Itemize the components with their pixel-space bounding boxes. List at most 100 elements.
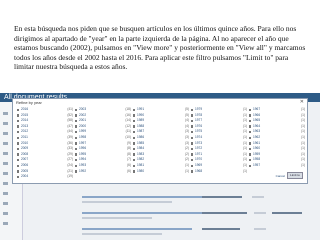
year-checkbox[interactable] [75,136,78,139]
year-checkbox[interactable] [17,175,20,179]
year-checkbox[interactable] [191,147,194,151]
result-title-line[interactable] [82,212,212,214]
year-checkbox[interactable] [133,164,136,167]
sidebar-marker [3,172,8,175]
year-count: (6) [127,168,131,173]
dialog-title: Refine by year [16,100,42,105]
limit-to-button[interactable]: Limit to [287,172,303,179]
year-checkbox[interactable] [191,158,194,162]
sidebar-marker [3,202,8,205]
year-checkbox[interactable] [191,142,194,145]
year-checkbox[interactable] [75,130,78,134]
year-checkbox[interactable] [75,108,78,111]
result-source-line [202,196,242,198]
year-label: 1980 [137,168,145,173]
year-checkbox[interactable] [249,158,252,162]
year-checkbox[interactable] [17,130,20,134]
year-checkbox[interactable] [249,153,252,156]
sidebar-marker [3,192,8,195]
year-checkbox[interactable] [75,158,78,162]
year-checkbox[interactable] [191,164,194,167]
year-column: 1967 (1) 1966 (1) 1965 (1) 1964 (1) 1963 (1) 1962(… [249,107,305,169]
year-checkbox[interactable] [133,130,136,134]
year-checkbox[interactable] [249,142,252,145]
year-checkbox[interactable] [191,119,194,123]
year-checkbox[interactable] [133,170,136,173]
year-count: (1) [185,168,189,173]
year-checkbox[interactable] [17,147,20,151]
result-source-line [202,228,240,230]
year-checkbox[interactable] [133,125,136,128]
year-checkbox[interactable] [17,153,20,156]
year-checkbox[interactable] [17,170,20,173]
sidebar-marker [3,142,8,145]
year-checkbox[interactable] [75,142,78,145]
year-checkbox[interactable] [249,164,252,167]
sidebar-marker [3,152,8,155]
year-checkbox[interactable] [133,114,136,117]
year-checkbox[interactable] [191,125,194,128]
year-checkbox[interactable] [17,125,20,128]
year-checkbox[interactable] [249,130,252,134]
result-journal-line [272,212,302,214]
year-checkbox[interactable] [17,114,20,117]
year-checkbox[interactable] [75,147,78,151]
year-checkbox[interactable] [249,119,252,123]
year-checkbox[interactable] [191,130,194,134]
scopus-screenshot: All document results Refine by year ✕ 20… [0,93,320,240]
result-title-line[interactable] [82,228,192,230]
result-year-line [252,196,264,198]
year-checkbox[interactable] [191,108,194,111]
year-checkbox[interactable] [17,142,20,145]
year-checkbox[interactable] [133,108,136,111]
result-title-line[interactable] [82,196,202,198]
year-checkbox[interactable] [249,147,252,151]
year-checkbox[interactable] [249,136,252,139]
year-option[interactable]: 1968 (1) [191,169,247,175]
year-column: 2016 (41) 2015 (52) 2014 (58) 2013 (47) 2012 (44)… [17,107,73,180]
result-source-line [202,212,247,214]
year-count: (1) [243,168,247,173]
year-checkbox[interactable] [133,142,136,145]
year-count: (1) [301,162,305,167]
sidebar-marker [3,132,8,135]
year-checkbox[interactable] [249,125,252,128]
result-meta-line [82,233,162,235]
year-column: 1991 (5) 1990 (5) 1989 (4) 1988 (4) 1987 (3) 1986(… [133,107,189,174]
year-checkbox[interactable] [75,119,78,123]
close-icon[interactable]: ✕ [300,100,304,105]
year-checkbox[interactable] [133,147,136,151]
year-checkbox[interactable] [75,125,78,128]
year-checkbox[interactable] [133,153,136,156]
year-option[interactable]: 1980 (1) [133,169,189,175]
sidebar-marker [3,212,8,215]
year-checkbox[interactable] [75,153,78,156]
year-checkbox[interactable] [191,153,194,156]
year-checkbox[interactable] [75,164,78,167]
year-option[interactable]: 1992 (6) [75,169,131,175]
year-checkbox[interactable] [75,114,78,117]
result-year-line [254,212,266,214]
result-year-line [254,228,266,230]
year-checkbox[interactable] [133,158,136,162]
year-checkbox[interactable] [17,108,20,111]
year-checkbox[interactable] [249,108,252,111]
year-checkbox[interactable] [191,170,194,173]
year-checkbox[interactable] [133,119,136,123]
year-checkbox[interactable] [17,164,20,167]
year-checkbox[interactable] [133,136,136,139]
year-column: 1979 (1) 1978 (1) 1977 (1) 1976 (1) 1975 (1) 1974(… [191,107,247,174]
sidebar-marker [3,122,8,125]
year-checkbox[interactable] [17,158,20,162]
year-label: 2004 [21,174,29,179]
cancel-link[interactable]: Cancel [276,174,285,179]
result-meta-line [82,201,172,203]
year-checkbox[interactable] [17,136,20,139]
year-checkbox[interactable] [75,170,78,173]
year-checkbox[interactable] [17,119,20,123]
year-option[interactable]: 1957 (1) [249,163,305,169]
year-checkbox[interactable] [191,114,194,117]
year-checkbox[interactable] [191,136,194,139]
year-checkbox[interactable] [249,114,252,117]
year-option[interactable]: 2004 (19) [17,174,73,180]
